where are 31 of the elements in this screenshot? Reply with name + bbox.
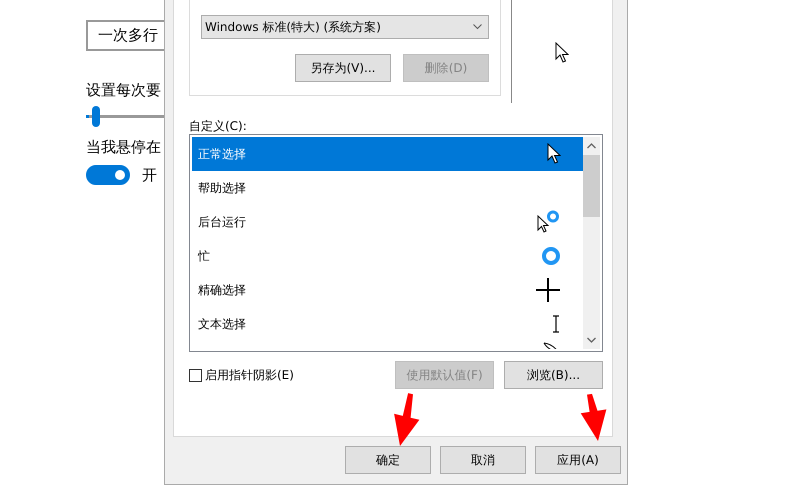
dialog-button[interactable]: 确定 <box>345 446 431 474</box>
cursor-list-item[interactable]: 精确选择 <box>192 273 583 307</box>
text-cursor-icon <box>551 315 561 333</box>
cursor-list-item[interactable]: 帮助选择 <box>192 171 583 205</box>
scroll-up-icon <box>587 143 596 149</box>
scheme-dropdown[interactable]: Windows 标准(特大) (系统方案) <box>201 15 489 39</box>
dialog-button[interactable]: 应用(A) <box>535 446 621 474</box>
scrollbar-thumb[interactable] <box>583 155 600 217</box>
scheme-button[interactable]: 另存为(V)... <box>295 54 391 82</box>
slider-thumb[interactable] <box>92 106 100 127</box>
cursor-arrow-icon <box>554 42 568 64</box>
customize-label: 自定义(C): <box>189 119 248 134</box>
setting-label: 当我悬停在 <box>86 137 162 158</box>
cursor-list-item[interactable]: 忙 <box>192 239 583 273</box>
ring-icon <box>541 246 561 266</box>
dialog-button[interactable]: 取消 <box>440 446 526 474</box>
cursor-list-item[interactable]: 文本选择 <box>192 307 583 341</box>
crosshair-icon <box>535 277 561 303</box>
scroll-down-icon <box>587 337 596 343</box>
setting-label: 设置每次要 <box>86 80 162 101</box>
list-button[interactable]: 浏览(B)... <box>504 361 603 389</box>
cursor-arrow-icon <box>547 143 561 165</box>
chevron-down-icon <box>473 24 482 30</box>
cursor-busy-arrow-icon <box>537 210 561 234</box>
toggle-switch[interactable] <box>86 165 130 185</box>
checkbox-label: 启用指针阴影(E) <box>205 366 294 384</box>
checkbox[interactable] <box>189 368 202 382</box>
scrollbar[interactable] <box>583 137 600 349</box>
cursor-list-item[interactable]: 后台运行 <box>192 205 583 239</box>
cursor-list-item[interactable]: 正常选择 <box>192 137 583 171</box>
toggle-label: 开 <box>142 166 157 184</box>
